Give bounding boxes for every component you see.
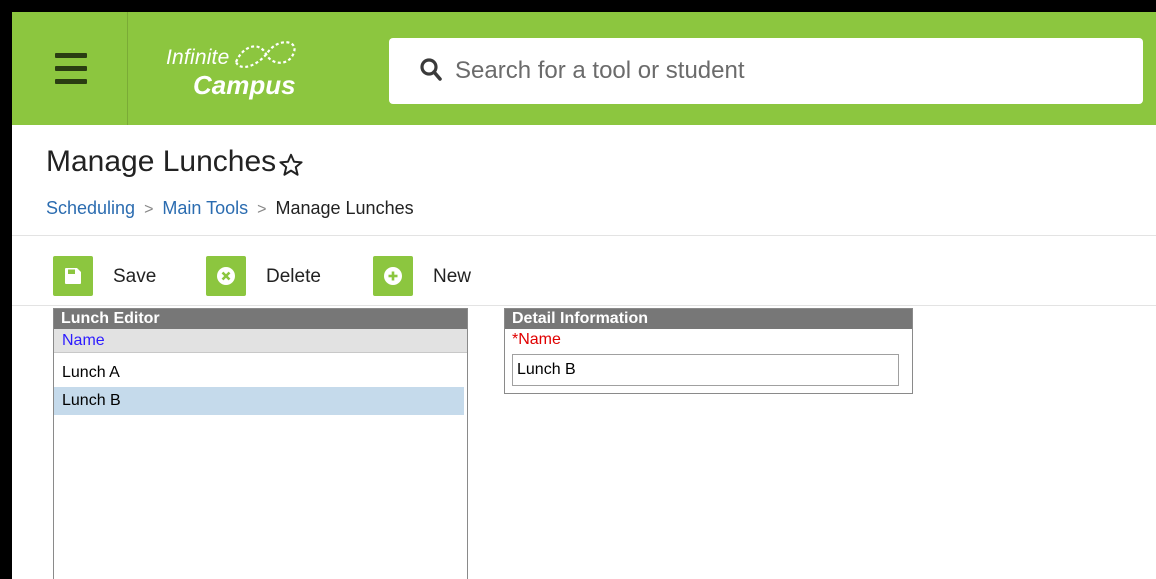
top-bar: Infinite Campus xyxy=(12,12,1156,125)
menu-bar-bottom xyxy=(55,79,87,84)
breadcrumb-main-tools[interactable]: Main Tools xyxy=(162,198,248,218)
name-column-header[interactable]: Name xyxy=(54,329,467,353)
divider xyxy=(12,305,1156,306)
search-box[interactable] xyxy=(389,38,1143,104)
divider xyxy=(12,235,1156,236)
delete-label: Delete xyxy=(266,266,321,287)
logo-text-campus: Campus xyxy=(193,70,296,100)
new-label: New xyxy=(433,266,472,287)
chevron-right-icon: > xyxy=(257,201,267,218)
list-item-lunch-a[interactable]: Lunch A xyxy=(54,359,464,387)
list-item-lunch-b[interactable]: Lunch B xyxy=(54,387,464,415)
detail-information-header: Detail Information xyxy=(505,309,912,329)
logo-text-infinite: Infinite xyxy=(166,46,230,69)
favorite-star-icon[interactable] xyxy=(278,152,304,178)
infinite-campus-logo[interactable]: Infinite Campus xyxy=(166,41,356,102)
search-input[interactable] xyxy=(453,50,1117,92)
lunch-editor-panel: Lunch Editor Name Lunch A Lunch B xyxy=(53,308,468,579)
add-circle-plus-icon xyxy=(384,267,402,285)
lunch-editor-header: Lunch Editor xyxy=(54,309,467,329)
breadcrumb-scheduling[interactable]: Scheduling xyxy=(46,198,135,218)
chevron-right-icon: > xyxy=(144,201,154,218)
save-label: Save xyxy=(113,266,157,287)
save-icon-box xyxy=(53,256,93,296)
delete-icon-box xyxy=(206,256,246,296)
menu-button[interactable] xyxy=(12,12,128,125)
delete-button[interactable]: Delete xyxy=(206,256,346,296)
breadcrumb-current: Manage Lunches xyxy=(275,198,414,218)
menu-bar-top xyxy=(55,53,87,58)
delete-circle-x-icon xyxy=(217,267,235,285)
menu-bar-middle xyxy=(55,66,87,71)
name-field-label: *Name xyxy=(512,331,561,348)
breadcrumb: Scheduling > Main Tools > Manage Lunches xyxy=(46,198,414,219)
new-button[interactable]: New xyxy=(373,256,483,296)
name-field[interactable] xyxy=(512,354,899,386)
save-icon xyxy=(65,268,81,284)
logo-infinity-icon xyxy=(234,41,296,69)
app-window: Infinite Campus Manage Lunches Schedulin… xyxy=(12,12,1156,579)
new-icon-box xyxy=(373,256,413,296)
search-icon xyxy=(420,58,442,81)
page-title: Manage Lunches xyxy=(46,145,277,178)
save-button[interactable]: Save xyxy=(53,256,173,296)
detail-information-panel: Detail Information *Name xyxy=(504,308,913,394)
